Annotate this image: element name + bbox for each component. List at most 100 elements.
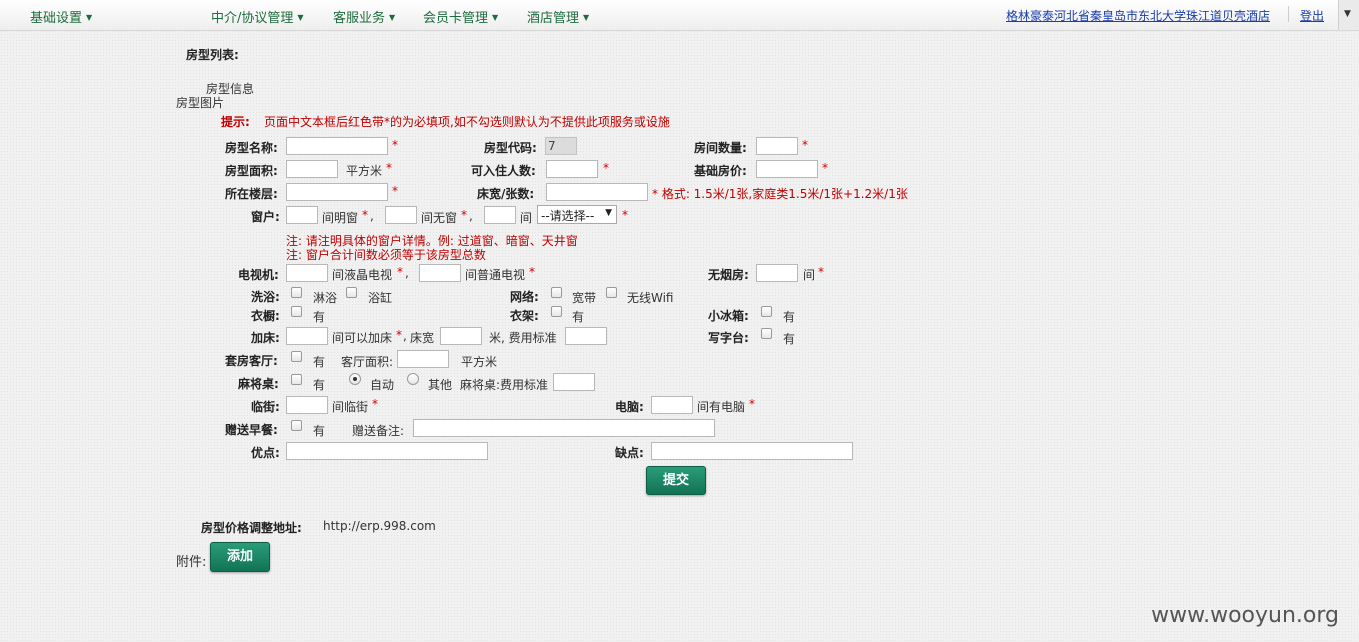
capacity-input[interactable] <box>546 160 598 178</box>
room-code-label: 房型代码: <box>484 141 537 155</box>
required-mark: * <box>622 208 628 222</box>
menu-customer-service[interactable]: 客服业务 ▼ <box>333 7 395 26</box>
cons-input[interactable] <box>651 442 853 460</box>
shower-text: 淋浴 <box>313 291 338 305</box>
hint-label: 提示: <box>221 115 250 129</box>
window-label: 窗户: <box>251 210 280 224</box>
extrabed-input[interactable] <box>286 327 328 345</box>
required-mark: * <box>396 328 402 342</box>
bath-label: 洗浴: <box>251 290 280 304</box>
computer-input[interactable] <box>651 396 693 414</box>
street-input[interactable] <box>286 396 328 414</box>
hotel-name-link[interactable]: 格林豪泰河北省秦皇岛市东北大学珠江道贝壳酒店 <box>1006 7 1270 24</box>
extrabed-width-input[interactable] <box>440 327 482 345</box>
tv-label: 电视机: <box>238 268 279 282</box>
comma: , <box>403 329 407 343</box>
nosmoke-label: 无烟房: <box>708 268 749 282</box>
required-mark: * <box>822 161 828 175</box>
breakfast-checkbox[interactable] <box>291 420 302 431</box>
bed-format-note: * 格式: 1.5米/1张,家庭类1.5米/1张+1.2米/1张 <box>652 187 908 201</box>
shower-checkbox[interactable] <box>291 287 302 298</box>
suite-checkbox[interactable] <box>291 351 302 362</box>
tv-normal-text: 间普通电视 <box>465 268 526 282</box>
area-unit: 平方米 <box>346 164 383 178</box>
broadband-checkbox[interactable] <box>551 287 562 298</box>
required-mark: * <box>372 397 378 411</box>
mahjong-other-text: 其他 <box>428 378 453 392</box>
pros-input[interactable] <box>286 442 488 460</box>
menu-basic-settings[interactable]: 基础设置 ▼ <box>30 7 92 26</box>
mahjong-label: 麻将桌: <box>238 377 279 391</box>
tab-room-pictures[interactable]: 房型图片 <box>176 94 224 111</box>
required-mark: * <box>818 265 824 279</box>
divider <box>1288 6 1289 22</box>
required-mark: * <box>802 138 808 152</box>
tv-lcd-input[interactable] <box>286 264 328 282</box>
menu-hotel-management[interactable]: 酒店管理 ▼ <box>527 7 589 26</box>
wardrobe-checkbox[interactable] <box>291 306 302 317</box>
base-price-label: 基础房价: <box>694 164 747 178</box>
room-count-input[interactable] <box>756 137 798 155</box>
mahjong-other-radio[interactable] <box>407 373 419 385</box>
menu-label: 客服业务 <box>333 11 386 26</box>
window-bright-input[interactable] <box>286 206 318 224</box>
price-url-value: http://erp.998.com <box>323 519 436 533</box>
hanger-label: 衣架: <box>510 309 539 323</box>
top-nav-bar: 基础设置 ▼ 中介/协议管理 ▼ 客服业务 ▼ 会员卡管理 ▼ 酒店管理 ▼ 格林豪泰河北… <box>0 0 1359 31</box>
comma: , <box>370 209 374 223</box>
suite-label: 套房客厅: <box>225 354 278 368</box>
bathtub-text: 浴缸 <box>368 291 393 305</box>
floor-label: 所在楼层: <box>225 187 278 201</box>
nosmoke-input[interactable] <box>756 264 798 282</box>
area-label: 房型面积: <box>225 164 278 178</box>
mahjong-fee-input[interactable] <box>553 373 595 391</box>
desk-checkbox[interactable] <box>761 328 772 339</box>
extrabed-fee-input[interactable] <box>565 327 607 345</box>
suite-area-input[interactable] <box>397 350 449 368</box>
fridge-checkbox[interactable] <box>761 306 772 317</box>
menu-label: 酒店管理 <box>527 11 580 26</box>
street-text: 间临街 <box>332 400 369 414</box>
tv-normal-input[interactable] <box>419 264 461 282</box>
suite-area-label: 客厅面积: <box>341 355 394 369</box>
pros-label: 优点: <box>251 446 280 460</box>
room-name-input[interactable] <box>286 137 388 155</box>
mahjong-checkbox[interactable] <box>291 374 302 385</box>
mahjong-auto-radio[interactable] <box>349 373 361 385</box>
triangle-down-icon: ▼ <box>1344 9 1351 19</box>
hint-text: 页面中文本框后红色带*的为必填项,如不勾选则默认为不提供此项服务或设施 <box>264 115 670 129</box>
window-none-text: 间无窗 <box>421 211 458 225</box>
window-none-input[interactable] <box>385 206 417 224</box>
submit-button[interactable]: 提交 <box>646 466 706 495</box>
floor-input[interactable] <box>286 183 388 201</box>
suite-area-unit: 平方米 <box>461 355 498 369</box>
nosmoke-unit: 间 <box>803 268 816 282</box>
fridge-has: 有 <box>783 310 796 324</box>
price-url-label: 房型价格调整地址: <box>201 521 302 535</box>
wifi-text: 无线Wifi <box>627 291 674 305</box>
chevron-down-icon: ▼ <box>389 13 396 22</box>
mahjong-fee-label: 麻将桌:费用标准 <box>460 378 549 392</box>
computer-text: 间有电脑 <box>697 400 746 414</box>
window-type-select[interactable]: --请选择-- ▼ <box>537 205 617 224</box>
gift-note-input[interactable] <box>413 419 715 437</box>
scroll-down-button[interactable]: ▼ <box>1338 0 1359 30</box>
fridge-label: 小冰箱: <box>708 309 749 323</box>
base-price-input[interactable] <box>756 160 818 178</box>
hanger-checkbox[interactable] <box>551 306 562 317</box>
area-input[interactable] <box>286 160 338 178</box>
add-attachment-button[interactable]: 添加 <box>210 542 270 572</box>
capacity-label: 可入住人数: <box>471 164 536 178</box>
logout-link[interactable]: 登出 <box>1300 7 1324 24</box>
bathtub-checkbox[interactable] <box>346 287 357 298</box>
menu-agency-agreement[interactable]: 中介/协议管理 ▼ <box>211 7 304 26</box>
window-note-2: 注: 窗户合计间数必须等于该房型总数 <box>286 248 486 262</box>
wardrobe-label: 衣橱: <box>251 309 280 323</box>
wifi-checkbox[interactable] <box>606 287 617 298</box>
window-other-input[interactable] <box>484 206 516 224</box>
bed-input[interactable] <box>546 183 648 201</box>
menu-label: 基础设置 <box>30 11 83 26</box>
extrabed-fee-label: 米, 费用标准 <box>489 331 557 345</box>
required-mark: * <box>362 208 368 222</box>
menu-member-card[interactable]: 会员卡管理 ▼ <box>423 7 498 26</box>
